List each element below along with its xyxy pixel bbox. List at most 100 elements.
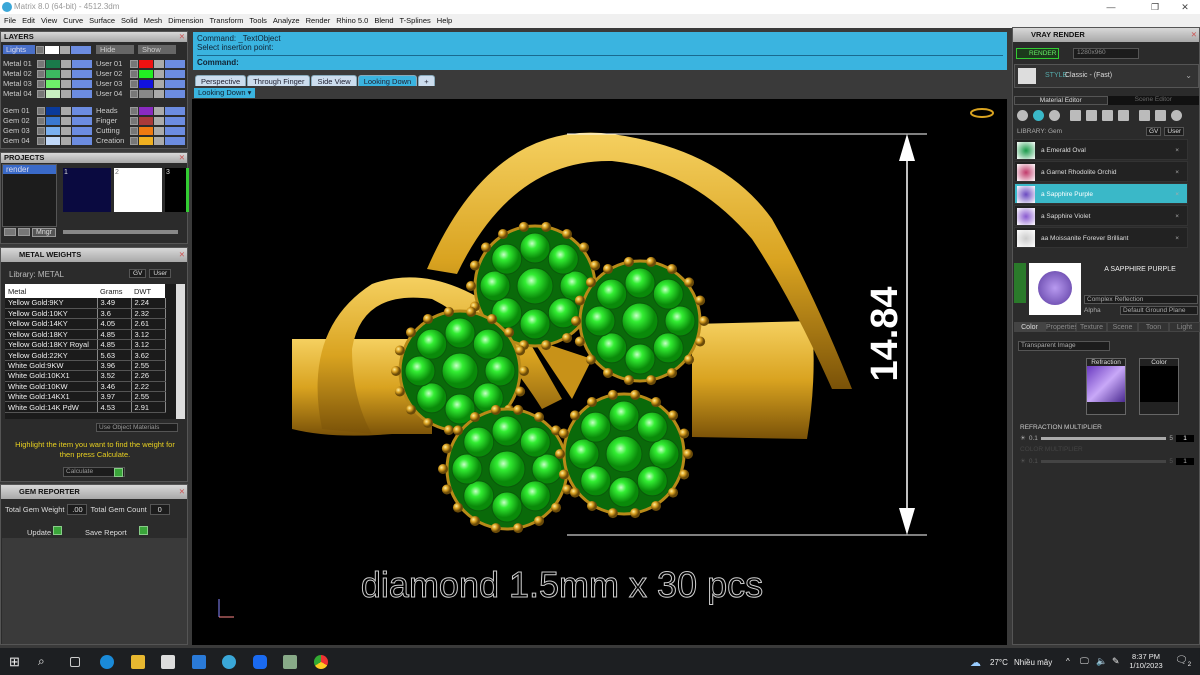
menu-mesh[interactable]: Mesh	[144, 14, 162, 28]
tab-toon[interactable]: Toon	[1138, 322, 1169, 332]
table-row[interactable]: Yellow Gold:14KY 4.05 2.61	[5, 318, 166, 330]
store-icon[interactable]	[161, 655, 175, 669]
column-header[interactable]: Metal	[5, 284, 97, 298]
prev-material-button[interactable]	[1014, 263, 1026, 303]
file-explorer-icon[interactable]	[131, 655, 145, 669]
menu-dimension[interactable]: Dimension	[168, 14, 203, 28]
layer-color-swatch[interactable]	[46, 116, 60, 125]
add-project-button[interactable]	[4, 228, 16, 236]
layer-row[interactable]: User 02	[96, 69, 185, 78]
visibility-toggle[interactable]	[72, 89, 92, 98]
thumb-slider[interactable]	[63, 230, 178, 234]
material-item[interactable]: a Sapphire Violet ×	[1014, 205, 1188, 226]
menu-transform[interactable]: Transform	[210, 14, 244, 28]
menu-analyze[interactable]: Analyze	[273, 14, 300, 28]
weather-temp[interactable]: 27°C	[990, 658, 1008, 667]
command-input[interactable]: Command:	[197, 55, 1003, 67]
tab-material-editor[interactable]: Material Editor	[1014, 96, 1108, 105]
layer-color-swatch[interactable]	[46, 69, 60, 78]
layer-color-swatch[interactable]	[139, 116, 153, 125]
table-row[interactable]: White Gold:14KX1 3.97 2.55	[5, 391, 166, 403]
layer-row[interactable]: Metal 03	[3, 79, 92, 88]
layer-row[interactable]: Creation	[96, 136, 185, 145]
notifications-icon[interactable]: 🗨2	[1175, 655, 1191, 668]
lock-icon[interactable]	[154, 116, 164, 125]
scrollbar[interactable]	[176, 284, 185, 419]
add-tab-button[interactable]: +	[418, 75, 435, 86]
remove-icon[interactable]: ×	[1175, 140, 1179, 161]
table-row[interactable]: Yellow Gold:10KY 3.6 2.32	[5, 308, 166, 320]
layer-color-swatch[interactable]	[139, 89, 153, 98]
material-item[interactable]: a Emerald Oval ×	[1014, 139, 1188, 160]
visibility-toggle[interactable]	[165, 136, 185, 145]
remove-icon[interactable]: ×	[1175, 184, 1179, 205]
user-toggle[interactable]: User	[149, 269, 172, 278]
remove-icon[interactable]: ×	[1175, 162, 1179, 183]
lock-icon[interactable]	[154, 136, 164, 145]
menu-render[interactable]: Render	[306, 14, 331, 28]
visibility-toggle[interactable]	[165, 69, 185, 78]
layer-select-button[interactable]	[37, 106, 45, 115]
layer-select-button[interactable]	[37, 136, 45, 145]
menu-help[interactable]: Help	[437, 14, 452, 28]
lock-icon[interactable]	[61, 116, 71, 125]
visibility-toggle[interactable]	[72, 116, 92, 125]
matrix-icon[interactable]	[222, 655, 236, 669]
table-row[interactable]: Yellow Gold:18KY Royal 4.85 3.12	[5, 339, 166, 351]
layer-color-swatch[interactable]	[46, 59, 60, 68]
up-button[interactable]	[18, 228, 30, 236]
table-row[interactable]: White Gold:14K PdW 4.53 2.91	[5, 401, 166, 413]
show-button[interactable]: Show	[138, 45, 176, 54]
layer-color-swatch[interactable]	[46, 106, 60, 115]
pen-icon[interactable]: ✎	[1112, 656, 1120, 667]
layer-color-swatch[interactable]	[46, 79, 60, 88]
lock-icon[interactable]	[154, 59, 164, 68]
tab-through-finger[interactable]: Through Finger	[247, 75, 311, 86]
column-header[interactable]: Grams	[97, 284, 131, 298]
ring-icon[interactable]	[1017, 110, 1028, 121]
lock-icon[interactable]	[154, 126, 164, 135]
layer-color-swatch[interactable]	[139, 136, 153, 145]
remove-icon[interactable]: ×	[1175, 228, 1179, 249]
square-icon[interactable]	[1070, 110, 1081, 121]
bulb-icon[interactable]	[1171, 110, 1182, 121]
menu-t-splines[interactable]: T-Splines	[400, 14, 431, 28]
visibility-toggle[interactable]	[165, 106, 185, 115]
layer-row[interactable]: Finger	[96, 116, 185, 125]
layer-row[interactable]: User 01	[96, 59, 185, 68]
layer-lights[interactable]: Lights	[3, 45, 35, 54]
layer-select-button[interactable]	[37, 126, 45, 135]
lock-icon[interactable]	[61, 79, 71, 88]
visibility-toggle[interactable]	[165, 126, 185, 135]
table-row[interactable]: Yellow Gold:22KY 5.63 3.62	[5, 349, 166, 361]
mail-icon[interactable]	[192, 655, 206, 669]
maximize-button[interactable]: ❐	[1140, 0, 1170, 14]
tab-perspective[interactable]: Perspective	[195, 75, 247, 86]
material-item[interactable]: a Sapphire Purple ×	[1014, 183, 1188, 204]
start-icon[interactable]: ⊞	[9, 654, 20, 670]
tab-texture[interactable]: Texture	[1076, 322, 1107, 332]
layer-row[interactable]: Gem 02	[3, 116, 92, 125]
zalo-icon[interactable]	[253, 655, 267, 669]
menu-curve[interactable]: Curve	[63, 14, 83, 28]
hatch-icon[interactable]	[1086, 110, 1097, 121]
hide-button[interactable]: Hide	[96, 45, 134, 54]
table-row[interactable]: Yellow Gold:18KY 4.85 3.12	[5, 329, 166, 341]
gem-icon[interactable]	[1033, 110, 1044, 121]
visibility-toggle[interactable]	[165, 59, 185, 68]
layer-select-button[interactable]	[130, 89, 138, 98]
tab-scene[interactable]: Scene	[1107, 322, 1138, 332]
render-button[interactable]: RENDER	[1016, 48, 1059, 59]
layer-select-button[interactable]	[37, 69, 45, 78]
lock-icon[interactable]	[154, 69, 164, 78]
lock-icon[interactable]	[61, 59, 71, 68]
visibility-toggle[interactable]	[72, 106, 92, 115]
layer-select-button[interactable]	[130, 116, 138, 125]
project-thumb-3[interactable]: 3	[165, 168, 189, 212]
layer-row[interactable]: Metal 01	[3, 59, 92, 68]
paint-icon[interactable]	[1139, 110, 1150, 121]
gv-toggle[interactable]: GV	[129, 269, 147, 278]
gv-toggle[interactable]: GV	[1146, 127, 1162, 136]
layer-color-swatch[interactable]	[139, 69, 153, 78]
menu-edit[interactable]: Edit	[22, 14, 35, 28]
